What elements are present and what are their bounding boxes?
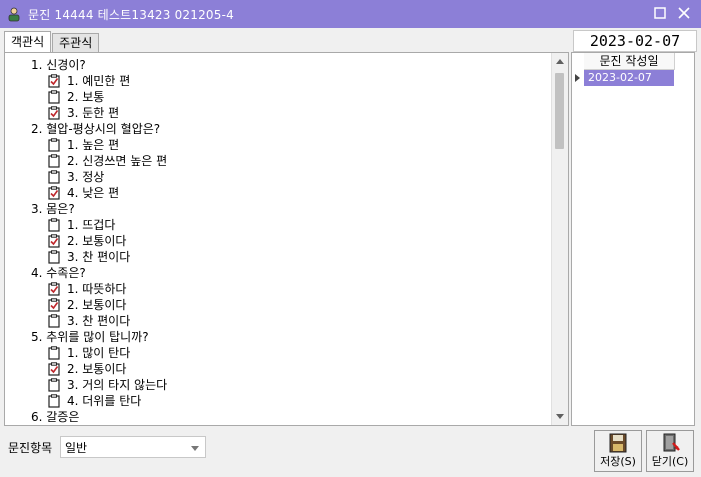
answer-option-label: 4. 더위를 탄다 — [67, 394, 142, 408]
answer-option[interactable]: 1. 예민한 편 — [5, 73, 551, 89]
question-title: 5. 추위를 많이 탑니까? — [31, 330, 149, 344]
answer-option[interactable]: 1. 따뜻하다 — [5, 281, 551, 297]
close-button-label: 닫기(C) — [651, 455, 689, 468]
checkbox-icon[interactable] — [47, 154, 61, 168]
answer-option-label: 4. 낮은 편 — [67, 186, 120, 200]
answer-option[interactable]: 2. 보통이다 — [5, 361, 551, 377]
history-row[interactable]: 2023-02-07 — [584, 70, 674, 86]
answer-option[interactable]: 4. 더위를 탄다 — [5, 393, 551, 409]
answer-option-label: 3. 둔한 편 — [67, 106, 120, 120]
checkbox-icon[interactable] — [47, 218, 61, 232]
checked-checkbox-icon[interactable] — [47, 362, 61, 376]
vertical-scrollbar[interactable] — [551, 53, 568, 425]
save-button-label: 저장(S) — [600, 455, 636, 468]
app-icon — [6, 6, 22, 22]
answer-option[interactable]: 1. 뜨겁다 — [5, 217, 551, 233]
door-exit-icon — [659, 433, 681, 453]
answer-option-label: 1. 예민한 편 — [67, 74, 131, 88]
answer-option[interactable]: 3. 거의 타지 않는다 — [5, 377, 551, 393]
checkbox-icon[interactable] — [47, 378, 61, 392]
answer-option-label: 3. 찬 편이다 — [67, 250, 131, 264]
answer-option[interactable]: 4. 낮은 편 — [5, 185, 551, 201]
scroll-thumb[interactable] — [555, 73, 564, 149]
history-panel: 문진 작성일 2023-02-07 — [571, 52, 695, 426]
current-date: 2023-02-07 — [573, 30, 697, 52]
checkbox-icon[interactable] — [47, 394, 61, 408]
answer-option[interactable]: 3. 찬 편이다 — [5, 313, 551, 329]
checked-checkbox-icon[interactable] — [47, 298, 61, 312]
window-title: 문진 14444 테스트13423 021205-4 — [28, 7, 234, 22]
checkbox-icon[interactable] — [47, 346, 61, 360]
answer-option-label: 1. 높은 편 — [67, 138, 120, 152]
scroll-up-icon[interactable] — [552, 53, 568, 69]
question-title: 6. 갈증은 — [31, 410, 80, 424]
question-title: 4. 수족은? — [31, 266, 86, 280]
answer-option[interactable]: 3. 둔한 편 — [5, 105, 551, 121]
question-list: 1. 신경이? 1. 예민한 편 2. 보통 3. 둔한 편 2. 혈압-평상시의 혈압… — [5, 57, 551, 425]
question-title: 1. 신경이? — [31, 58, 86, 72]
answer-option-label: 2. 보통이다 — [67, 362, 127, 376]
maximize-icon[interactable] — [653, 6, 667, 20]
answer-option-label: 2. 보통이다 — [67, 234, 127, 248]
tab-subjective[interactable]: 주관식 — [52, 33, 100, 52]
title-bar: 문진 14444 테스트13423 021205-4 — [0, 0, 701, 28]
answer-option-label: 3. 거의 타지 않는다 — [67, 378, 168, 392]
floppy-disk-icon — [607, 433, 629, 453]
answer-option[interactable]: 2. 신경쓰면 높은 편 — [5, 153, 551, 169]
category-select[interactable]: 일반 — [60, 436, 206, 458]
question-title: 2. 혈압-평상시의 혈압은? — [31, 122, 161, 136]
answer-option[interactable]: 2. 보통이다 — [5, 297, 551, 313]
save-button[interactable]: 저장(S) — [594, 430, 642, 472]
checkbox-icon[interactable] — [47, 250, 61, 264]
category-select-value: 일반 — [65, 440, 88, 455]
checkbox-icon[interactable] — [47, 170, 61, 184]
answer-option[interactable]: 2. 보통 — [5, 89, 551, 105]
checkbox-icon[interactable] — [47, 138, 61, 152]
checkbox-icon[interactable] — [47, 90, 61, 104]
answer-option-label: 1. 따뜻하다 — [67, 282, 127, 296]
questionnaire-panel: 1. 신경이? 1. 예민한 편 2. 보통 3. 둔한 편 2. 혈압-평상시의 혈압… — [4, 52, 569, 426]
answer-option-label: 2. 신경쓰면 높은 편 — [67, 154, 168, 168]
checked-checkbox-icon[interactable] — [47, 234, 61, 248]
answer-option[interactable]: 1. 많이 탄다 — [5, 345, 551, 361]
scroll-down-icon[interactable] — [552, 409, 568, 425]
checked-checkbox-icon[interactable] — [47, 186, 61, 200]
checkbox-icon[interactable] — [47, 314, 61, 328]
answer-option-label: 1. 많이 탄다 — [67, 346, 131, 360]
answer-option-label: 2. 보통 — [67, 90, 105, 104]
answer-option[interactable]: 3. 정상 — [5, 169, 551, 185]
answer-option-label: 3. 찬 편이다 — [67, 314, 131, 328]
row-pointer-icon — [575, 74, 580, 82]
checked-checkbox-icon[interactable] — [47, 74, 61, 88]
answer-option[interactable]: 3. 찬 편이다 — [5, 249, 551, 265]
close-button[interactable]: 닫기(C) — [646, 430, 694, 472]
chevron-down-icon[interactable] — [191, 446, 199, 451]
history-column-header: 문진 작성일 — [584, 53, 675, 70]
close-icon[interactable] — [677, 6, 691, 20]
category-label: 문진항목 — [8, 441, 53, 455]
answer-option-label: 2. 보통이다 — [67, 298, 127, 312]
checked-checkbox-icon[interactable] — [47, 106, 61, 120]
answer-option[interactable]: 2. 보통이다 — [5, 233, 551, 249]
answer-option[interactable]: 1. 높은 편 — [5, 137, 551, 153]
answer-option-label: 3. 정상 — [67, 170, 105, 184]
checked-checkbox-icon[interactable] — [47, 282, 61, 296]
tab-objective[interactable]: 객관식 — [4, 31, 52, 52]
question-title: 3. 몸은? — [31, 202, 75, 216]
question-tabs: 객관식 주관식 — [4, 31, 100, 52]
answer-option-label: 1. 뜨겁다 — [67, 218, 116, 232]
